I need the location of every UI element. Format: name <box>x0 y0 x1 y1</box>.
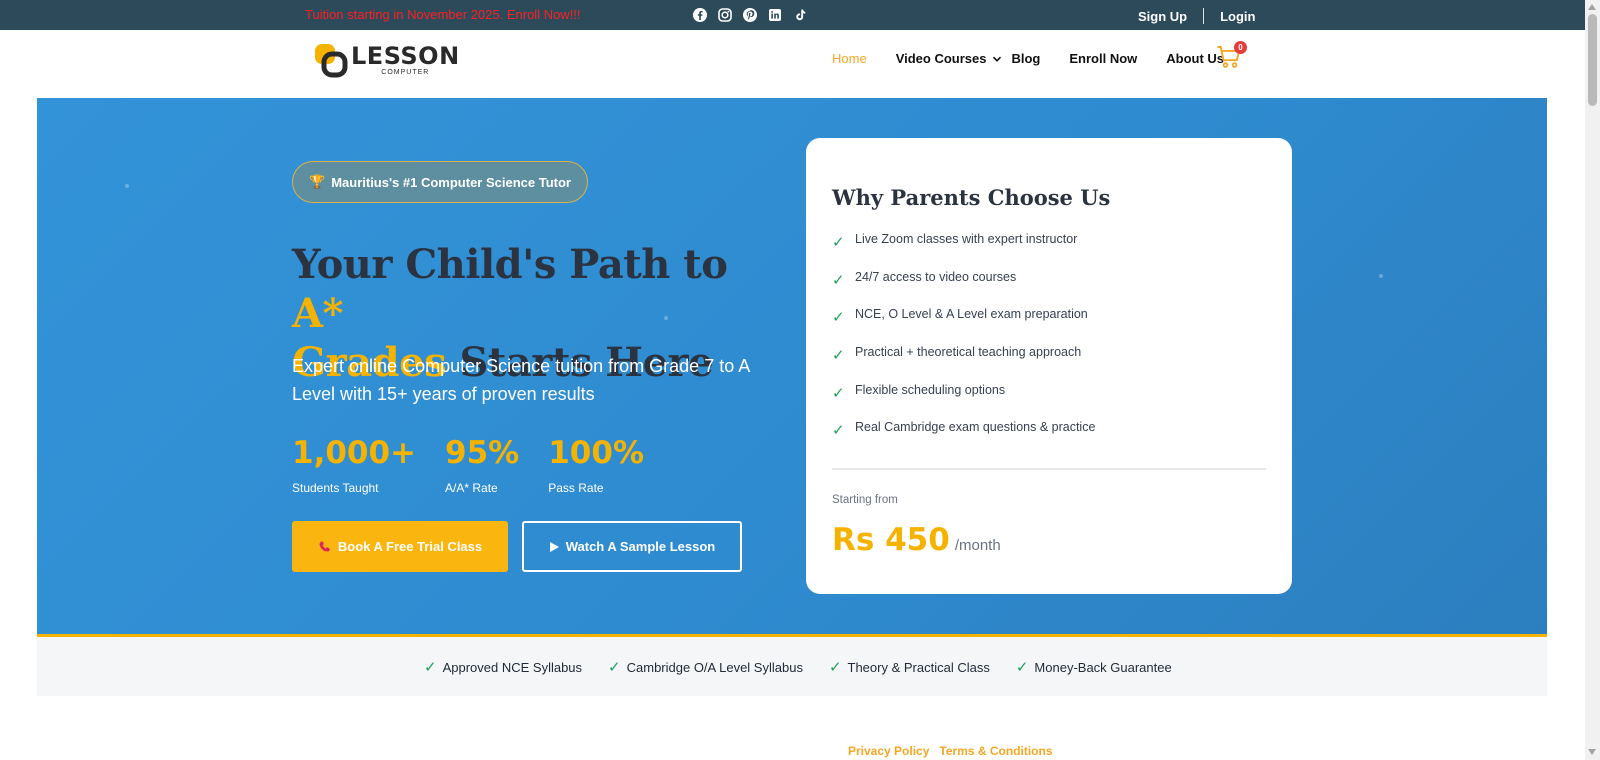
feature-text: Flexible scheduling options <box>855 382 1006 397</box>
scroll-down-icon[interactable] <box>1588 749 1596 755</box>
check-icon: ✓ <box>832 422 845 440</box>
check-icon: ✓ <box>828 659 842 676</box>
trust-strip: ✓ Approved NCE Syllabus ✓ Cambridge O/A Le… <box>37 637 1547 696</box>
check-icon: ✓ <box>832 234 845 251</box>
stat-value: 1,000+ <box>292 435 417 471</box>
decor-dot <box>125 184 129 188</box>
nav-blog[interactable]: Blog <box>1011 51 1040 66</box>
play-icon <box>549 541 559 552</box>
social-links <box>692 7 808 23</box>
trust-text: Cambridge O/A Level Syllabus <box>626 659 803 675</box>
watch-sample-lesson-button[interactable]: Watch A Sample Lesson <box>522 521 742 572</box>
facebook-icon[interactable] <box>692 7 708 23</box>
card-title: Why Parents Choose Us <box>832 185 1111 210</box>
hero-section: 🏆 Mauritius's #1 Computer Science Tutor … <box>37 98 1547 637</box>
logo-text: LESSON <box>351 42 460 70</box>
trust-items: ✓ Approved NCE Syllabus ✓ Cambridge O/A Le… <box>424 658 1198 676</box>
terms-conditions-link[interactable]: Terms & Conditions <box>939 744 1052 758</box>
tiktok-icon[interactable] <box>792 7 808 23</box>
check-icon: ✓ <box>832 347 845 365</box>
list-item: ✓ 24/7 access to video courses <box>832 270 1095 308</box>
feature-text: Live Zoom classes with expert instructor <box>855 232 1078 246</box>
top-bar: Tuition starting in November 2025. Enrol… <box>0 0 1585 30</box>
starting-from-label: Starting from <box>832 494 898 506</box>
price-amount: Rs 450 <box>832 522 950 558</box>
trust-text: Theory & Practical Class <box>847 659 990 675</box>
list-item: ✓ Live Zoom classes with expert instructo… <box>832 232 1095 270</box>
sign-up-link[interactable]: Sign Up <box>1138 9 1187 24</box>
list-item: ✓ Real Cambridge exam questions & practic… <box>832 420 1095 458</box>
stat-label: A/A* Rate <box>445 481 498 495</box>
stat-a-rate: 95% A/A* Rate <box>445 435 519 495</box>
auth-links: Sign Up Login <box>1138 8 1256 24</box>
scroll-up-icon[interactable] <box>1588 4 1596 10</box>
list-item: ✓ Theory & Practical Class <box>829 658 990 676</box>
card-divider <box>832 468 1266 470</box>
site-logo[interactable]: LESSON COMPUTER <box>313 42 460 78</box>
watch-sample-lesson-label: Watch A Sample Lesson <box>565 539 716 554</box>
trophy-icon: 🏆 <box>309 174 326 189</box>
list-item: ✓ Flexible scheduling options <box>832 383 1095 421</box>
list-item: ✓ Money-Back Guarantee <box>1016 658 1172 676</box>
feature-text: Practical + theoretical teaching approac… <box>855 345 1082 360</box>
page-scrollbar[interactable] <box>1585 0 1600 760</box>
check-icon: ✓ <box>424 659 437 676</box>
logo-mark-icon <box>315 44 348 78</box>
check-icon: ✓ <box>608 659 621 676</box>
feature-list: ✓ Live Zoom classes with expert instructo… <box>832 232 1095 458</box>
list-item: ✓ Approved NCE Syllabus <box>424 658 582 676</box>
check-icon: ✓ <box>1015 659 1029 676</box>
chevron-down-icon <box>993 56 1002 62</box>
linkedin-icon[interactable] <box>767 7 783 23</box>
price-period: /month <box>954 537 1001 554</box>
hero-title-highlight-a-star: A* <box>292 290 343 337</box>
hero-title-part1: Your Child's Path to <box>292 241 728 288</box>
logo-subtext: COMPUTER <box>381 69 430 76</box>
login-link[interactable]: Login <box>1220 9 1255 24</box>
nav-video-courses-label: Video Courses <box>895 51 987 66</box>
cart-count-badge: 0 <box>1234 41 1247 54</box>
hero-stats: 1,000+ Students Taught 95% A/A* Rate 100… <box>292 435 673 495</box>
hero-subtitle: Expert online Computer Science tuition f… <box>292 356 750 404</box>
stat-students: 1,000+ Students Taught <box>292 435 416 495</box>
auth-divider <box>1203 8 1205 24</box>
cart-button[interactable]: 0 <box>1216 41 1247 72</box>
logo-wordmark: LESSON COMPUTER <box>351 44 460 76</box>
feature-text: Real Cambridge exam questions & practice <box>855 420 1096 435</box>
tutor-badge: 🏆 Mauritius's #1 Computer Science Tutor <box>292 161 588 203</box>
site-header: LESSON COMPUTER Home Video Courses Blog … <box>0 30 1585 98</box>
main-nav: Home Video Courses Blog Enroll Now About… <box>832 51 1253 66</box>
book-free-trial-button[interactable]: Book A Free Trial Class <box>292 521 508 572</box>
nav-home[interactable]: Home <box>832 51 867 66</box>
trust-text: Money-Back Guarantee <box>1034 659 1172 675</box>
feature-text: 24/7 access to video courses <box>855 269 1017 284</box>
stat-pass-rate: 100% Pass Rate <box>548 435 644 495</box>
pinterest-icon[interactable] <box>742 7 758 23</box>
stat-label: Pass Rate <box>548 481 604 495</box>
nav-enroll-now[interactable]: Enroll Now <box>1069 51 1137 66</box>
privacy-policy-link[interactable]: Privacy Policy <box>848 744 929 758</box>
check-icon: ✓ <box>832 309 845 327</box>
promo-announcement[interactable]: Tuition starting in November 2025. Enrol… <box>305 7 581 22</box>
check-icon: ✓ <box>832 384 845 402</box>
instagram-icon[interactable] <box>717 7 733 23</box>
footer-links: Privacy Policy Terms & Conditions <box>848 744 1053 758</box>
stat-value: 95% <box>445 435 520 471</box>
check-icon: ✓ <box>832 271 845 289</box>
price-block: Rs 450 /month <box>832 522 1001 558</box>
list-item: ✓ NCE, O Level & A Level exam preparation <box>832 307 1095 345</box>
stat-value: 100% <box>548 435 645 471</box>
nav-video-courses[interactable]: Video Courses <box>896 51 1003 66</box>
decor-dot <box>1379 274 1383 278</box>
tutor-badge-label: Mauritius's #1 Computer Science Tutor <box>331 174 571 190</box>
feature-text: NCE, O Level & A Level exam preparation <box>855 307 1088 322</box>
phone-icon <box>319 541 330 551</box>
scrollbar-thumb[interactable] <box>1588 14 1597 106</box>
list-item: ✓ Cambridge O/A Level Syllabus <box>608 658 803 676</box>
trust-text: Approved NCE Syllabus <box>442 659 583 675</box>
book-free-trial-label: Book A Free Trial Class <box>337 539 483 554</box>
why-parents-card: Why Parents Choose Us ✓ Live Zoom classes… <box>806 138 1292 594</box>
stat-label: Students Taught <box>292 481 379 495</box>
list-item: ✓ Practical + theoretical teaching approa… <box>832 345 1095 383</box>
